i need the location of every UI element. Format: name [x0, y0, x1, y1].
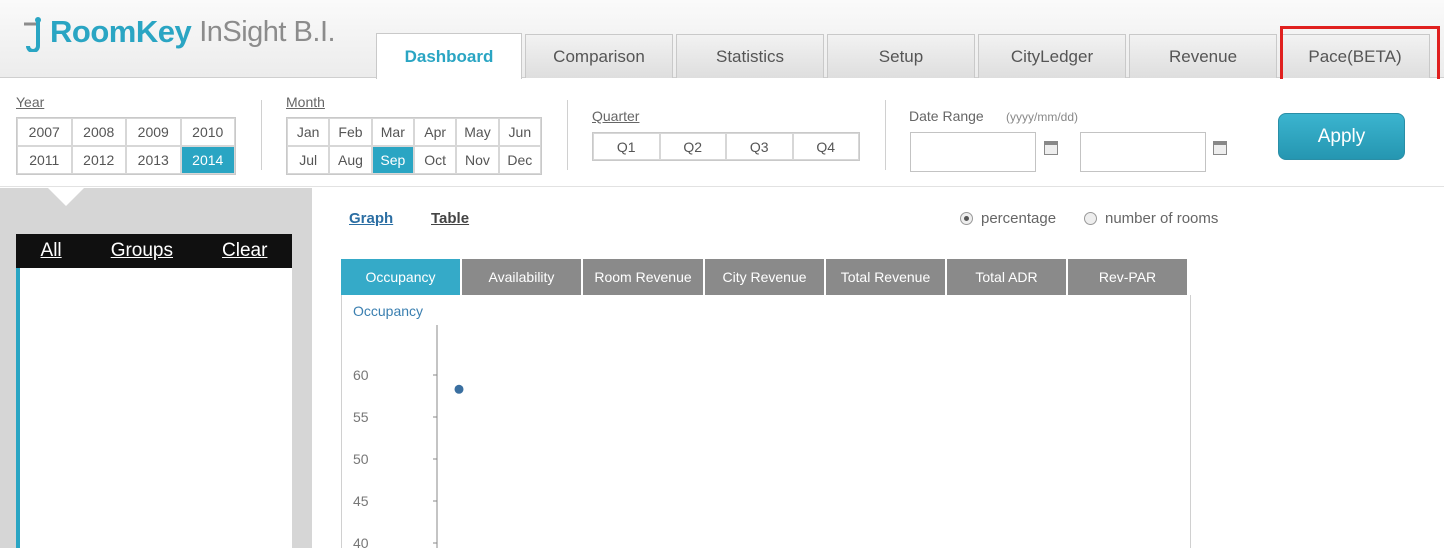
month-label: Month — [286, 94, 325, 110]
y-tick-label: 50 — [353, 451, 369, 467]
groups-toolbar: All Groups Clear — [16, 234, 292, 268]
metric-tab-occupancy[interactable]: Occupancy — [341, 259, 460, 295]
apply-button[interactable]: Apply — [1278, 113, 1405, 160]
year-option[interactable]: 2007 — [17, 118, 72, 146]
logo-product-text: InSight B.I. — [199, 15, 336, 48]
metric-tab-total-revenue[interactable]: Total Revenue — [826, 259, 945, 295]
tab-statistics[interactable]: Statistics — [676, 34, 824, 78]
month-option-selected[interactable]: Sep — [371, 146, 414, 174]
percentage-radio-label: percentage — [981, 210, 1057, 227]
panel-pointer — [48, 188, 84, 206]
metric-tabs: Occupancy Availability Room Revenue City… — [341, 259, 1189, 295]
clear-link[interactable]: Clear — [222, 240, 267, 262]
quarter-label: Quarter — [592, 108, 640, 124]
groups-link[interactable]: Groups — [111, 240, 173, 262]
metric-tab-city-revenue[interactable]: City Revenue — [705, 259, 824, 295]
quarter-option[interactable]: Q3 — [726, 133, 793, 160]
number-of-rooms-radio[interactable]: number of rooms — [1084, 210, 1218, 227]
tab-revenue[interactable]: Revenue — [1129, 34, 1277, 78]
tab-dashboard[interactable]: Dashboard — [376, 33, 522, 79]
divider — [261, 100, 262, 170]
quarter-picker: Q1 Q2 Q3 Q4 — [592, 132, 860, 161]
quarter-option[interactable]: Q1 — [593, 133, 660, 160]
month-option[interactable]: Oct — [413, 146, 457, 174]
all-link[interactable]: All — [41, 240, 62, 262]
year-picker: 2007 2008 2009 2010 2011 2012 2013 2014 — [16, 117, 236, 175]
date-format-hint: (yyyy/mm/dd) — [1006, 110, 1078, 124]
pace-tab-highlight — [1280, 26, 1440, 86]
year-option[interactable]: 2010 — [180, 118, 235, 146]
month-option[interactable]: Dec — [498, 146, 541, 174]
month-option[interactable]: Nov — [456, 146, 499, 174]
month-option[interactable]: Aug — [329, 146, 372, 174]
metric-tab-total-adr[interactable]: Total ADR — [947, 259, 1066, 295]
percentage-radio[interactable]: percentage — [960, 210, 1056, 227]
y-tick-label: 45 — [353, 493, 369, 509]
y-tick-label: 60 — [353, 367, 369, 383]
tab-setup[interactable]: Setup — [827, 34, 975, 78]
month-option[interactable]: Mar — [371, 118, 414, 146]
metric-tab-availability[interactable]: Availability — [462, 259, 581, 295]
month-option[interactable]: Jul — [287, 146, 330, 174]
occupancy-chart: 60 55 50 45 40 — [353, 325, 464, 548]
logo-brand-text: RoomKey — [50, 14, 192, 49]
key-logo-icon — [18, 12, 48, 53]
year-option[interactable]: 2008 — [71, 118, 126, 146]
start-date-input[interactable] — [910, 132, 1036, 172]
divider — [567, 100, 568, 170]
rooms-radio-label: number of rooms — [1105, 210, 1219, 227]
month-picker: Jan Feb Mar Apr May Jun Jul Aug Sep Oct … — [286, 117, 542, 175]
y-tick-label: 40 — [353, 535, 369, 548]
roomkey-logo: RoomKey InSight B.I. — [18, 12, 336, 53]
calendar-icon[interactable] — [1213, 141, 1227, 155]
metric-tab-room-revenue[interactable]: Room Revenue — [583, 259, 703, 295]
main-tabs: Dashboard Comparison Statistics Setup Ci… — [376, 33, 1433, 79]
tab-cityledger[interactable]: CityLedger — [978, 34, 1126, 78]
radio-unselected-icon — [1084, 212, 1097, 225]
year-label: Year — [16, 94, 45, 110]
end-date-input[interactable] — [1080, 132, 1206, 172]
y-tick-label: 55 — [353, 409, 369, 425]
year-option[interactable]: 2012 — [71, 146, 126, 174]
app-header: RoomKey InSight B.I. Dashboard Compariso… — [0, 0, 1444, 86]
graph-view-link[interactable]: Graph — [349, 210, 393, 227]
year-option[interactable]: 2013 — [126, 146, 181, 174]
year-option-selected[interactable]: 2014 — [180, 146, 235, 174]
month-option[interactable]: Feb — [329, 118, 372, 146]
metric-tab-rev-par[interactable]: Rev-PAR — [1068, 259, 1187, 295]
tab-comparison[interactable]: Comparison — [525, 34, 673, 78]
calendar-icon[interactable] — [1044, 141, 1058, 155]
date-range-label: Date Range — [909, 108, 984, 124]
month-option[interactable]: Jan — [287, 118, 330, 146]
quarter-option[interactable]: Q4 — [792, 133, 859, 160]
year-option[interactable]: 2011 — [17, 146, 72, 174]
month-option[interactable]: May — [456, 118, 499, 146]
month-option[interactable]: Apr — [413, 118, 457, 146]
month-option[interactable]: Jun — [498, 118, 541, 146]
groups-list — [16, 268, 292, 548]
table-view-link[interactable]: Table — [431, 210, 469, 227]
divider — [885, 100, 886, 170]
year-option[interactable]: 2009 — [126, 118, 181, 146]
quarter-option[interactable]: Q2 — [659, 133, 726, 160]
radio-selected-icon — [960, 212, 973, 225]
data-point[interactable] — [454, 384, 464, 394]
